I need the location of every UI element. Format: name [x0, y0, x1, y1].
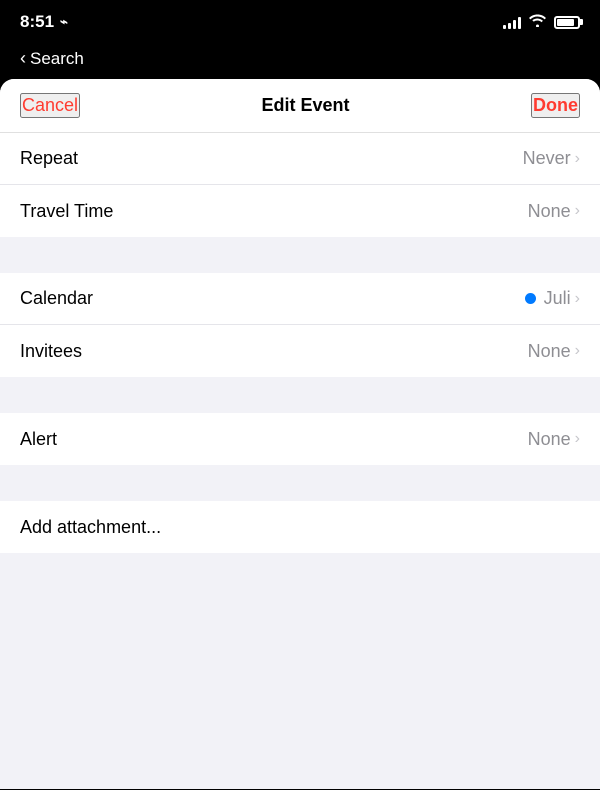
- phone-screen: Cancel Edit Event Done Repeat Never › Tr…: [0, 79, 600, 789]
- content-area: Repeat Never › Travel Time None › Calend…: [0, 133, 600, 789]
- calendar-dot-icon: [525, 293, 536, 304]
- invitees-chevron-icon: ›: [575, 342, 580, 360]
- section-calendar-invitees: Calendar Juli › Invitees None ›: [0, 273, 600, 377]
- calendar-chevron-icon: ›: [575, 290, 580, 308]
- time-display: 8:51: [20, 12, 54, 32]
- calendar-label: Calendar: [20, 288, 93, 309]
- alert-chevron-icon: ›: [575, 430, 580, 448]
- status-icons: [503, 14, 580, 30]
- back-chevron-icon: ‹: [20, 48, 26, 69]
- add-attachment-row[interactable]: Add attachment...: [0, 501, 600, 553]
- calendar-value-text: Juli: [544, 288, 571, 309]
- battery-icon: [554, 16, 580, 29]
- alert-row[interactable]: Alert None ›: [0, 413, 600, 465]
- page-title: Edit Event: [262, 95, 350, 116]
- wifi-icon: [529, 14, 546, 30]
- repeat-label: Repeat: [20, 148, 78, 169]
- separator-1: [0, 237, 600, 273]
- nav-bar: ‹ Search: [0, 44, 600, 79]
- separator-3: [0, 465, 600, 501]
- cancel-button[interactable]: Cancel: [20, 93, 80, 118]
- repeat-value-text: Never: [523, 148, 571, 169]
- alert-value: None ›: [528, 429, 580, 450]
- invitees-value: None ›: [528, 341, 580, 362]
- travel-time-row[interactable]: Travel Time None ›: [0, 185, 600, 237]
- separator-2: [0, 377, 600, 413]
- section-attachment: Add attachment...: [0, 501, 600, 553]
- add-attachment-label: Add attachment...: [20, 517, 161, 538]
- bottom-spacer: [0, 553, 600, 593]
- back-button[interactable]: ‹ Search: [20, 48, 84, 69]
- done-button[interactable]: Done: [531, 93, 580, 118]
- travel-time-value: None ›: [528, 201, 580, 222]
- repeat-row[interactable]: Repeat Never ›: [0, 133, 600, 185]
- section-alert: Alert None ›: [0, 413, 600, 465]
- alert-value-text: None: [528, 429, 571, 450]
- travel-time-chevron-icon: ›: [575, 202, 580, 220]
- invitees-row[interactable]: Invitees None ›: [0, 325, 600, 377]
- signal-icon: [503, 16, 521, 29]
- status-bar: 8:51 ⌁: [0, 0, 600, 44]
- location-icon: ⌁: [60, 14, 68, 30]
- calendar-row[interactable]: Calendar Juli ›: [0, 273, 600, 325]
- travel-time-value-text: None: [528, 201, 571, 222]
- invitees-value-text: None: [528, 341, 571, 362]
- back-label: Search: [30, 49, 84, 69]
- edit-event-navbar: Cancel Edit Event Done: [0, 79, 600, 133]
- invitees-label: Invitees: [20, 341, 82, 362]
- section-repeat-travel: Repeat Never › Travel Time None ›: [0, 133, 600, 237]
- repeat-value: Never ›: [523, 148, 580, 169]
- travel-time-label: Travel Time: [20, 201, 113, 222]
- alert-label: Alert: [20, 429, 57, 450]
- repeat-chevron-icon: ›: [575, 150, 580, 168]
- calendar-value: Juli ›: [525, 288, 580, 309]
- status-time: 8:51 ⌁: [20, 12, 68, 32]
